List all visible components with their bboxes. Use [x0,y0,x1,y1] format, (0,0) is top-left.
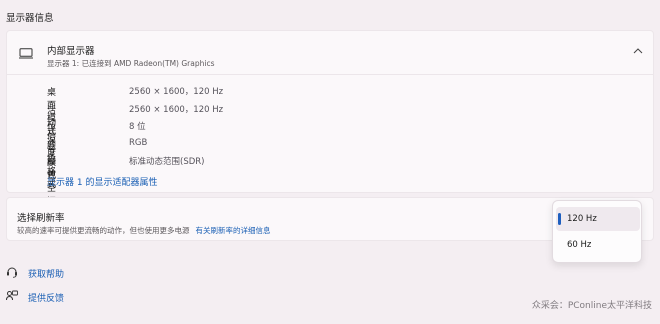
option-label: 60 Hz [567,240,592,250]
display-title: 内部显示器 [47,46,95,57]
refresh-description-text: 较高的速率可提供更流畅的动作，但也使用更多电源 [17,226,190,235]
display-subtitle: 显示器 1: 已连接到 AMD Radeon(TM) Graphics [47,59,215,68]
info-value: 2560 × 1600，120 Hz [129,104,224,115]
help-icon [7,267,17,278]
section-title: 显示器信息 [6,13,54,24]
internal-display-header[interactable]: 内部显示器 显示器 1: 已连接到 AMD Radeon(TM) Graphic… [7,31,653,75]
refresh-option-60hz[interactable]: 60 Hz [556,233,640,257]
chevron-up-icon[interactable] [633,47,643,55]
display-settings-page: 显示器信息 内部显示器 显示器 1: 已连接到 AMD Radeon(TM) G… [0,0,660,324]
get-help-label: 获取帮助 [28,270,65,280]
refresh-option-120hz[interactable]: 120 Hz [556,207,640,231]
refresh-details-link[interactable]: 有关刷新率的详细信息 [196,226,271,235]
info-value: 8 位 [129,122,146,133]
display-adapter-properties-link[interactable]: 显示器 1 的显示适配器属性 [47,175,157,188]
info-value: RGB [129,137,148,148]
info-value: 标准动态范围(SDR) [129,157,205,168]
refresh-rate-description: 较高的速率可提供更流畅的动作，但也使用更多电源 有关刷新率的详细信息 [17,225,271,236]
give-feedback-label: 提供反馈 [28,294,65,304]
info-value: 2560 × 1600，120 Hz [129,87,224,97]
refresh-rate-dropdown[interactable]: 120 Hz 60 Hz [552,200,642,263]
internal-display-card: 内部显示器 显示器 1: 已连接到 AMD Radeon(TM) Graphic… [6,30,654,207]
option-label: 120 Hz [567,214,597,224]
feedback-icon [6,290,18,301]
watermark: 众采会：PConline太平洋科技 [531,301,652,311]
monitor-icon [19,48,33,59]
selected-indicator [558,213,561,225]
refresh-rate-title: 选择刷新率 [17,213,65,224]
